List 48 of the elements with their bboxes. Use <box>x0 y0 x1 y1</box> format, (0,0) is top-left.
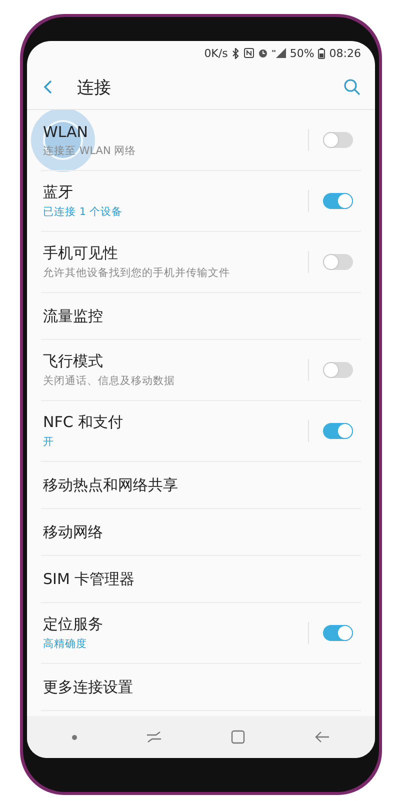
settings-item[interactable]: 定位服务 高精确度 <box>41 603 361 664</box>
battery-icon <box>318 48 326 58</box>
toggle-switch[interactable] <box>323 625 353 641</box>
item-title: 移动网络 <box>43 522 104 542</box>
toggle-switch[interactable] <box>323 132 353 148</box>
settings-item[interactable]: WLAN 连接至 WLAN 网络 <box>41 110 361 171</box>
toggle-switch[interactable] <box>323 423 353 439</box>
recent-apps-icon[interactable] <box>146 731 162 743</box>
item-title: 手机可见性 <box>43 244 119 263</box>
item-title: WLAN <box>43 122 90 140</box>
settings-item[interactable]: 移动网络 <box>41 509 361 556</box>
settings-item[interactable]: 蓝牙 已连接 1 个设备 <box>41 171 361 232</box>
settings-item[interactable]: 手机可见性 允许其他设备找到您的手机并传输文件 <box>41 232 361 293</box>
item-title: 流量监控 <box>43 306 104 326</box>
dot-icon[interactable] <box>72 734 77 740</box>
clock-time: 08:26 <box>329 46 361 60</box>
home-icon[interactable] <box>231 730 246 744</box>
battery-level: 50% <box>290 46 314 60</box>
item-title: 移动热点和网络共享 <box>43 476 179 494</box>
item-title: 蓝牙 <box>43 183 74 202</box>
nfc-icon <box>244 48 254 58</box>
page-title: 连接 <box>77 76 112 98</box>
item-description: 允许其他设备找到您的手机并传输文件 <box>43 266 231 280</box>
settings-item[interactable]: NFC 和支付 开 <box>41 401 361 462</box>
item-title: 定位服务 <box>43 615 104 634</box>
back-icon[interactable] <box>314 731 330 743</box>
toggle-switch[interactable] <box>323 254 353 270</box>
alarm-icon <box>258 48 268 58</box>
item-title: 飞行模式 <box>43 352 104 371</box>
signal-icon <box>272 48 286 58</box>
search-button[interactable] <box>341 76 363 98</box>
settings-item[interactable]: 流量监控 <box>41 293 361 340</box>
settings-item[interactable]: SIM 卡管理器 <box>41 556 361 603</box>
item-description: 连接至 WLAN 网络 <box>43 144 138 158</box>
item-status: 已连接 1 个设备 <box>43 205 124 219</box>
bluetooth-icon <box>232 48 240 58</box>
item-status: 开 <box>43 435 55 449</box>
item-status: 高精确度 <box>43 637 88 651</box>
item-description: 关闭通话、信息及移动数据 <box>43 374 176 388</box>
network-speed: 0K/s <box>204 46 228 60</box>
item-title: NFC 和支付 <box>43 413 124 432</box>
settings-item[interactable]: 飞行模式 关闭通话、信息及移动数据 <box>41 340 361 401</box>
toggle-switch[interactable] <box>323 193 353 209</box>
settings-item[interactable]: 移动热点和网络共享 <box>41 462 361 509</box>
toggle-switch[interactable] <box>323 362 353 378</box>
item-title: SIM 卡管理器 <box>43 570 136 588</box>
item-title: 更多连接设置 <box>43 678 134 696</box>
settings-item[interactable]: 更多连接设置 <box>41 664 361 711</box>
